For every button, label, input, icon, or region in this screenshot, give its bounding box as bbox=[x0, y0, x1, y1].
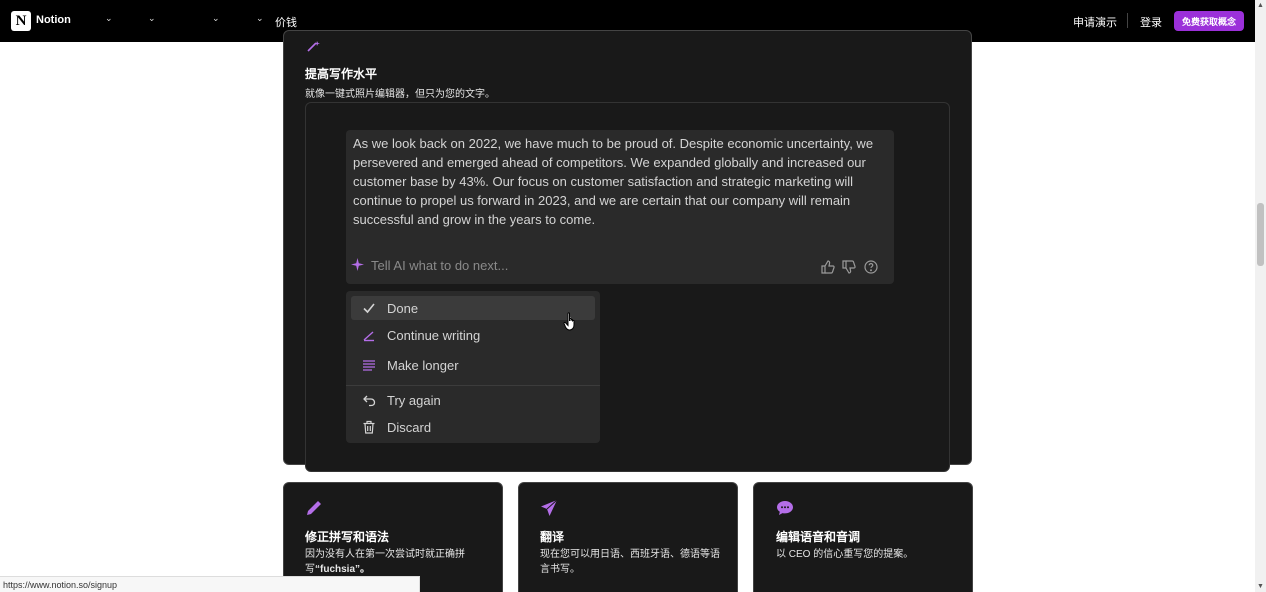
feature-desc: 因为没有人在第一次尝试时就正确拼写“fuchsia”。 bbox=[305, 549, 465, 575]
thumbs-down-icon[interactable] bbox=[841, 259, 857, 275]
notion-logo-icon[interactable]: N bbox=[11, 11, 31, 31]
menu-item-done[interactable]: Done bbox=[351, 296, 595, 320]
feature-desc: 现在您可以用日语、西班牙语、德语等语言书写。 bbox=[540, 549, 720, 575]
nav-pricing-link[interactable]: 价钱 bbox=[275, 14, 297, 30]
request-demo-link[interactable]: 申请演示 bbox=[1073, 14, 1117, 30]
brand-name[interactable]: Notion bbox=[36, 14, 71, 26]
pencil-icon bbox=[305, 499, 323, 522]
chat-bubble-icon bbox=[776, 499, 794, 522]
chevron-down-icon[interactable]: ⌄ bbox=[212, 13, 220, 24]
menu-item-make-longer[interactable]: Make longer bbox=[351, 353, 595, 377]
section-subtitle: 就像一键式照片编辑器，但只为您的文字。 bbox=[305, 89, 495, 100]
undo-icon bbox=[351, 393, 387, 407]
page-scrollbar[interactable]: ▲ ▼ bbox=[1255, 0, 1266, 592]
get-notion-free-button[interactable]: 免费获取概念 bbox=[1174, 11, 1244, 31]
scroll-up-arrow-icon[interactable]: ▲ bbox=[1257, 2, 1264, 9]
feature-desc: 以 CEO 的信心重写您的提案。 bbox=[776, 549, 914, 560]
feature-title: 修正拼写和语法 bbox=[305, 530, 390, 544]
menu-item-try-again[interactable]: Try again bbox=[351, 388, 595, 412]
chevron-down-icon[interactable]: ⌄ bbox=[256, 13, 264, 24]
feature-title: 翻译 bbox=[540, 530, 565, 544]
link-status-bar: https://www.notion.so/signup bbox=[0, 576, 420, 592]
menu-item-discard[interactable]: Discard bbox=[351, 415, 595, 439]
thumbs-up-icon[interactable] bbox=[820, 259, 836, 275]
hand-cursor-icon bbox=[563, 312, 579, 337]
feature-title: 编辑语音和音调 bbox=[776, 530, 861, 544]
lines-icon bbox=[351, 358, 387, 372]
nav-divider bbox=[1127, 13, 1128, 28]
ai-prompt-input[interactable]: Tell AI what to do next... bbox=[371, 258, 508, 273]
scroll-down-arrow-icon[interactable]: ▼ bbox=[1257, 583, 1264, 590]
menu-item-continue-writing[interactable]: Continue writing bbox=[351, 323, 595, 347]
sparkle-icon bbox=[351, 258, 364, 274]
trash-icon bbox=[351, 420, 387, 434]
chevron-down-icon[interactable]: ⌄ bbox=[105, 13, 113, 24]
help-icon[interactable] bbox=[863, 259, 879, 275]
pen-icon bbox=[351, 328, 387, 342]
menu-divider bbox=[346, 385, 600, 386]
magic-wand-icon bbox=[306, 40, 322, 55]
chevron-down-icon[interactable]: ⌄ bbox=[148, 13, 156, 24]
scrollbar-thumb[interactable] bbox=[1257, 203, 1264, 266]
section-title: 提高写作水平 bbox=[305, 67, 378, 81]
check-icon bbox=[351, 301, 387, 315]
ai-response-text: As we look back on 2022, we have much to… bbox=[353, 136, 874, 227]
paper-plane-icon bbox=[540, 499, 558, 522]
login-link[interactable]: 登录 bbox=[1140, 14, 1162, 30]
